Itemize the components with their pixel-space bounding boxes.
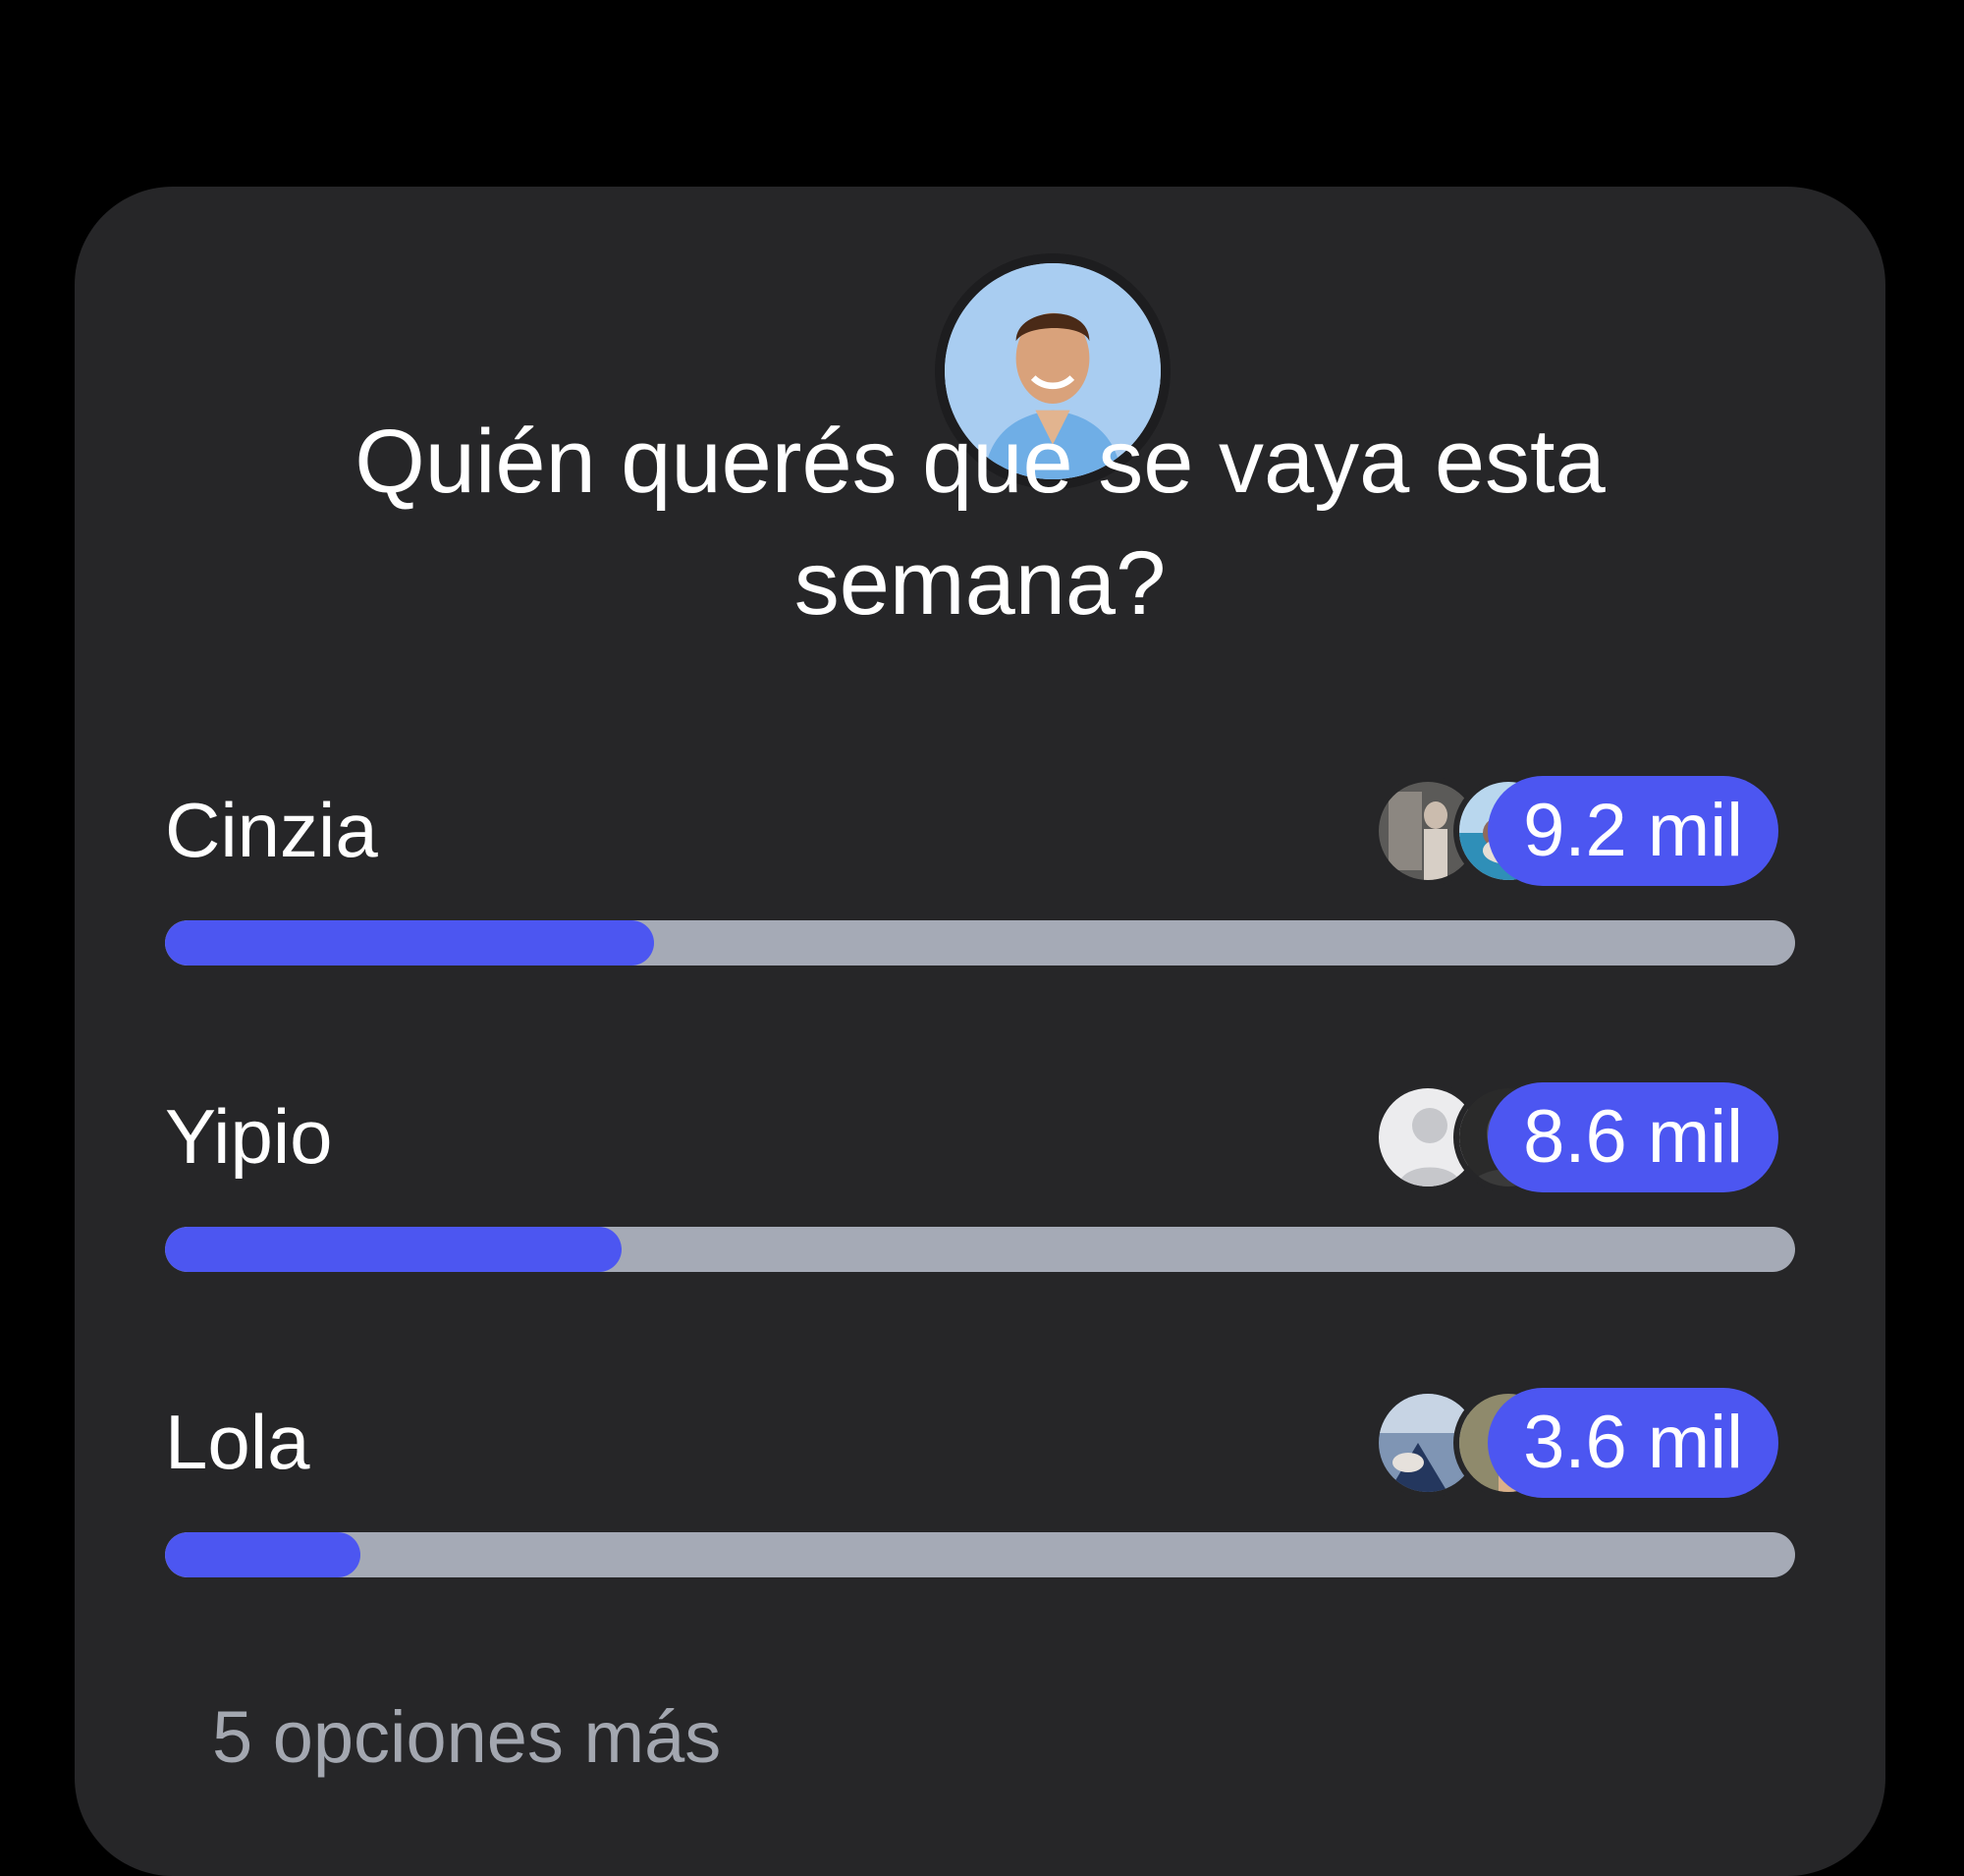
- vote-progress-bar: [165, 1227, 1795, 1272]
- vote-count-badge: 3.6 mil: [1488, 1388, 1778, 1498]
- vote-progress-fill: [165, 1532, 361, 1577]
- poll-card: Quién querés que se vaya esta semana? Ci…: [75, 187, 1885, 1876]
- option-label: Cinzia: [165, 787, 378, 873]
- vote-progress-fill: [165, 1227, 622, 1272]
- vote-progress-bar: [165, 1532, 1795, 1577]
- vote-count-badge: 8.6 mil: [1488, 1082, 1778, 1192]
- more-options-link[interactable]: 5 opciones más: [212, 1693, 721, 1782]
- option-label: Lola: [165, 1399, 310, 1485]
- vote-progress-fill: [165, 920, 654, 966]
- vote-count-badge: 9.2 mil: [1488, 776, 1778, 886]
- poll-question: Quién querés que se vaya esta semana?: [355, 412, 1606, 634]
- vote-progress-bar: [165, 920, 1795, 966]
- option-label: Yipio: [165, 1093, 333, 1180]
